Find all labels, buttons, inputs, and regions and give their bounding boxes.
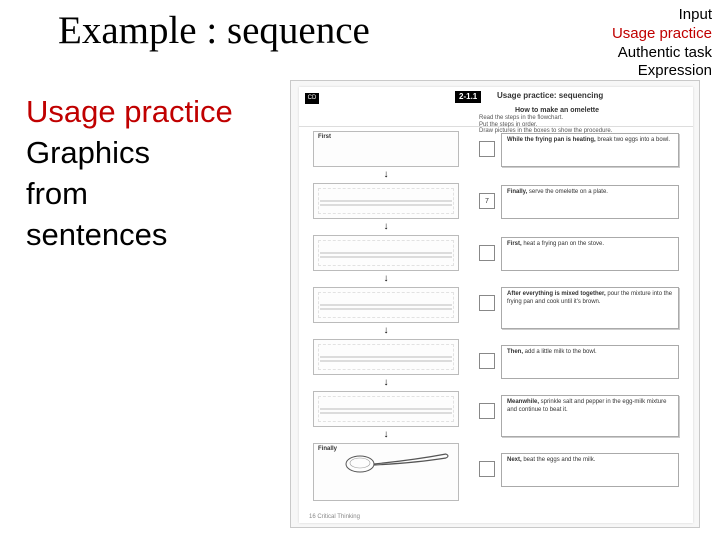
flow-box: [313, 183, 459, 219]
step-text: Finally, serve the omelette on a plate.: [507, 189, 673, 197]
step-box: While the frying pan is heating, break t…: [501, 133, 679, 167]
step-row: Meanwhile, sprinkle salt and pepper in t…: [479, 395, 685, 435]
flow-label-first: First: [318, 134, 331, 140]
step-row: First, heat a frying pan on the stove.: [479, 237, 685, 277]
flow-box: [313, 391, 459, 427]
step-box: First, heat a frying pan on the stove.: [501, 237, 679, 271]
side-highlight: Usage practice: [26, 92, 233, 133]
step-number-box: [479, 245, 495, 261]
step-box: Then, add a little milk to the bowl.: [501, 345, 679, 379]
arrow-down-icon: ↓: [381, 221, 391, 232]
page-header: CD 2-1.1 Usage practice: sequencing How …: [299, 87, 693, 127]
step-number-box: [479, 353, 495, 369]
step-row: After everything is mixed together, pour…: [479, 287, 685, 327]
worksheet-image: CD 2-1.1 Usage practice: sequencing How …: [290, 80, 700, 528]
arrow-down-icon: ↓: [381, 169, 391, 180]
cd-badge: CD: [305, 93, 319, 104]
flow-box: [313, 339, 459, 375]
side-line: sentences: [26, 215, 233, 256]
step-row: Next, beat the eggs and the milk.: [479, 453, 685, 493]
side-description: Usage practice Graphics from sentences: [26, 92, 233, 256]
flow-box: [313, 287, 459, 323]
slide-title: Example : sequence: [58, 8, 370, 53]
sketch-placeholder: [320, 200, 452, 214]
steps-column: While the frying pan is heating, break t…: [479, 127, 685, 513]
step-number-box: [479, 461, 495, 477]
step-text: First, heat a frying pan on the stove.: [507, 241, 673, 249]
sketch-placeholder: [320, 252, 452, 266]
step-box: Meanwhile, sprinkle salt and pepper in t…: [501, 395, 679, 437]
step-text: After everything is mixed together, pour…: [507, 291, 673, 306]
flow-box-first: First: [313, 131, 459, 167]
arrow-down-icon: ↓: [381, 273, 391, 284]
sketch-placeholder: [320, 356, 452, 370]
flow-label-finally: Finally: [318, 446, 337, 452]
flowchart-column: First ↓ ↓ ↓ ↓ ↓: [299, 127, 469, 513]
arrow-down-icon: ↓: [381, 377, 391, 388]
step-number-box: [479, 403, 495, 419]
nav-item-authentic-task: Authentic task: [612, 44, 712, 63]
nav-item-usage-practice: Usage practice: [612, 25, 712, 44]
sketch-placeholder: [320, 408, 452, 422]
step-row: Then, add a little milk to the bowl.: [479, 345, 685, 385]
page-footer: 16 Critical Thinking: [309, 514, 360, 520]
step-box: Next, beat the eggs and the milk.: [501, 453, 679, 487]
step-row: 7 Finally, serve the omelette on a plate…: [479, 185, 685, 225]
step-text: Then, add a little milk to the bowl.: [507, 349, 673, 357]
worksheet-columns: First ↓ ↓ ↓ ↓ ↓: [299, 127, 693, 523]
instruction-line: Read the steps in the flowchart.: [479, 115, 612, 122]
step-number-box: [479, 141, 495, 157]
sketch-placeholder: [320, 304, 452, 318]
unit-title: Usage practice: sequencing: [497, 91, 603, 100]
spoon-illustration-icon: [344, 446, 454, 476]
arrow-down-icon: ↓: [381, 325, 391, 336]
side-line: from: [26, 174, 233, 215]
worksheet-page: CD 2-1.1 Usage practice: sequencing How …: [299, 87, 693, 523]
step-text: While the frying pan is heating, break t…: [507, 137, 673, 145]
step-number-box: [479, 295, 495, 311]
nav-item-input: Input: [612, 6, 712, 25]
step-number-box: 7: [479, 193, 495, 209]
nav-list: Input Usage practice Authentic task Expr…: [612, 6, 712, 81]
step-box: After everything is mixed together, pour…: [501, 287, 679, 329]
flow-box: [313, 235, 459, 271]
step-text: Meanwhile, sprinkle salt and pepper in t…: [507, 399, 673, 414]
step-row: While the frying pan is heating, break t…: [479, 133, 685, 173]
arrow-down-icon: ↓: [381, 429, 391, 440]
nav-item-expression: Expression: [612, 62, 712, 81]
flow-box-finally: Finally: [313, 443, 459, 501]
unit-badge: 2-1.1: [455, 91, 481, 103]
side-line: Graphics: [26, 133, 233, 174]
task-title: How to make an omelette: [515, 107, 599, 114]
step-box: Finally, serve the omelette on a plate.: [501, 185, 679, 219]
step-text: Next, beat the eggs and the milk.: [507, 457, 673, 465]
